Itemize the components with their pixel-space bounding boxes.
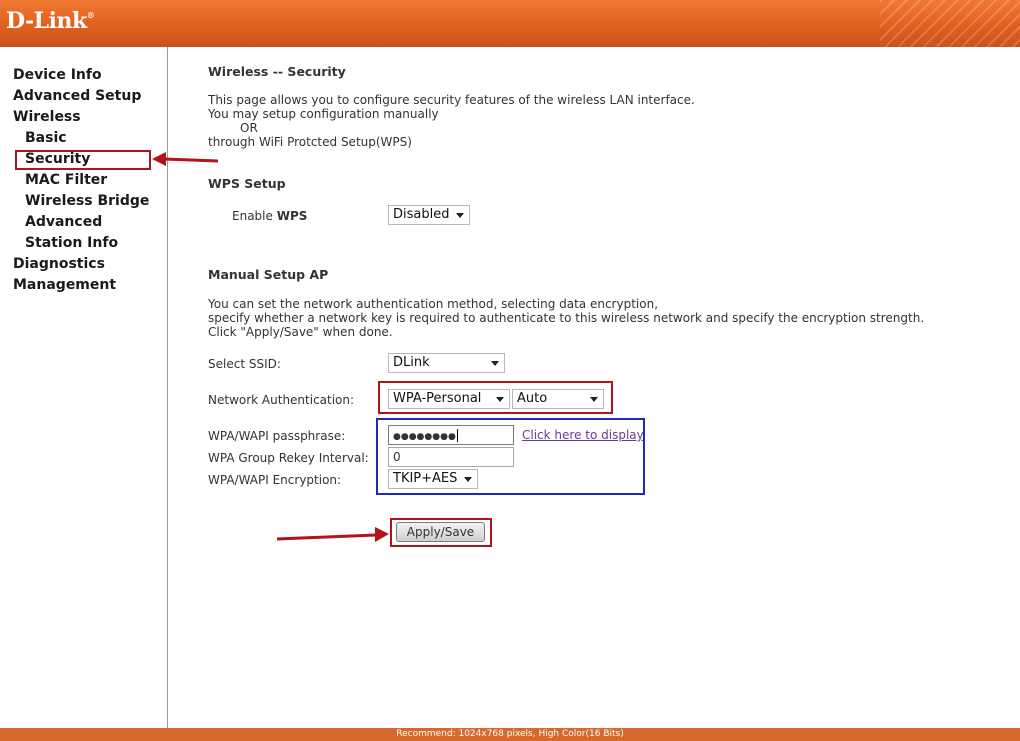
header-stripe-decoration [880, 0, 1020, 47]
intro-line-or: OR [240, 121, 258, 135]
header-banner: D-Link® [0, 0, 1020, 47]
wps-setup-heading: WPS Setup [208, 176, 286, 191]
rekey-interval-input[interactable]: 0 [388, 447, 514, 467]
chevron-down-icon [590, 397, 598, 402]
page-title: Wireless -- Security [208, 64, 346, 79]
encryption-select[interactable]: TKIP+AES [388, 469, 478, 489]
sidebar-item-management[interactable]: Management [13, 276, 116, 294]
sidebar-item-advanced[interactable]: Advanced [25, 213, 102, 231]
encryption-label: WPA/WAPI Encryption: [208, 473, 342, 487]
apply-save-button[interactable]: Apply/Save [396, 522, 485, 542]
auth-mode-select[interactable]: Auto [512, 389, 604, 409]
select-ssid-label: Select SSID: [208, 357, 281, 371]
passphrase-input[interactable]: ●●●●●●●● [388, 425, 514, 445]
manual-desc-line-1: You can set the network authentication m… [208, 297, 659, 311]
manual-setup-heading: Manual Setup AP [208, 267, 329, 282]
enable-wps-select[interactable]: Disabled [388, 205, 470, 225]
chevron-down-icon [496, 397, 504, 402]
sidebar-item-mac-filter[interactable]: MAC Filter [25, 171, 107, 189]
sidebar-item-wireless[interactable]: Wireless [13, 108, 81, 126]
show-passphrase-link[interactable]: Click here to display [522, 428, 644, 442]
sidebar-item-wireless-bridge[interactable]: Wireless Bridge [25, 192, 149, 210]
intro-line-1: This page allows you to configure securi… [208, 93, 695, 107]
text-caret [456, 429, 458, 442]
ssid-select[interactable]: DLink [388, 353, 505, 373]
highlight-box-security [15, 150, 151, 170]
arrow-to-apply [276, 527, 389, 542]
chevron-down-icon [464, 477, 472, 482]
dlink-logo: D-Link® [6, 8, 95, 34]
sidebar-item-diagnostics[interactable]: Diagnostics [13, 255, 105, 273]
sidebar-item-basic[interactable]: Basic [25, 129, 67, 147]
network-auth-select[interactable]: WPA-Personal [388, 389, 510, 409]
sidebar-item-advanced-setup[interactable]: Advanced Setup [13, 87, 141, 105]
footer-bar: Recommend: 1024x768 pixels, High Color(1… [0, 728, 1020, 741]
intro-line-2: You may setup configuration manually [208, 107, 439, 121]
intro-line-4: through WiFi Protcted Setup(WPS) [208, 135, 412, 149]
sidebar-item-station-info[interactable]: Station Info [25, 234, 118, 252]
chevron-down-icon [456, 213, 464, 218]
network-auth-label: Network Authentication: [208, 393, 355, 407]
chevron-down-icon [491, 361, 499, 366]
sidebar-item-device-info[interactable]: Device Info [13, 66, 102, 84]
enable-wps-label: Enable WPS [232, 209, 308, 223]
manual-desc-line-3: Click "Apply/Save" when done. [208, 325, 393, 339]
rekey-interval-label: WPA Group Rekey Interval: [208, 451, 369, 465]
manual-desc-line-2: specify whether a network key is require… [208, 311, 925, 325]
passphrase-label: WPA/WAPI passphrase: [208, 429, 346, 443]
